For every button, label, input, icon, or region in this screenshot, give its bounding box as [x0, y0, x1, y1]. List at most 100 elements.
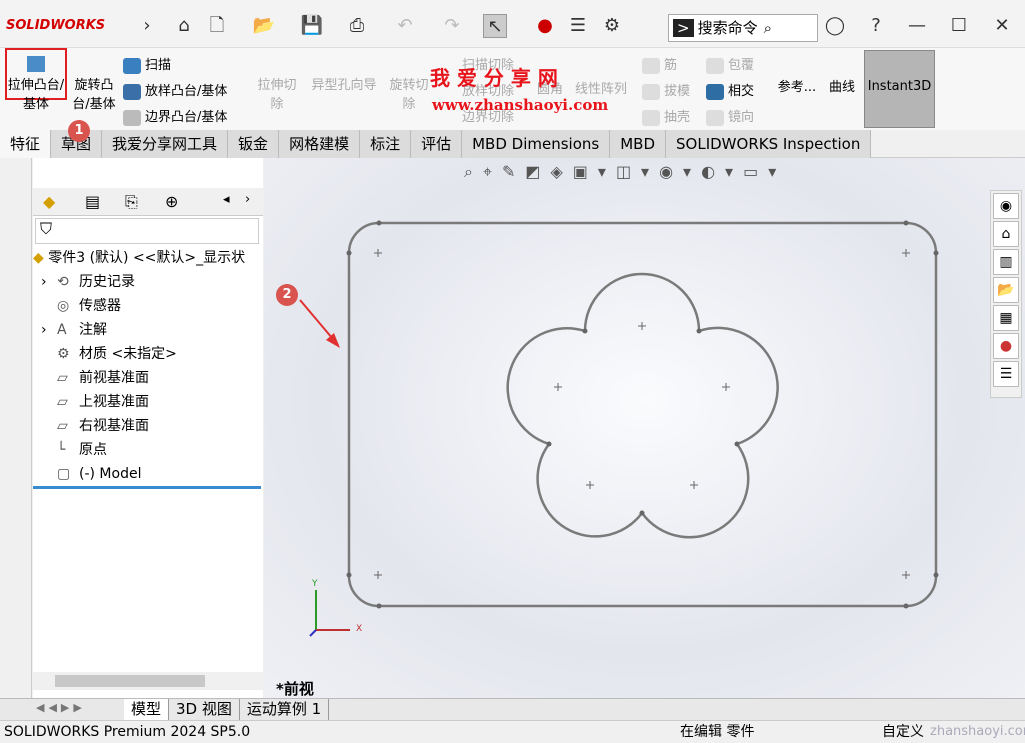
search-commands-input[interactable]: >搜索命令⌕ [668, 14, 818, 42]
command-manager: 拉伸凸台/基体 旋转凸台/基体 扫描 放样凸台/基体 边界凸台/基体 拉伸切除 … [0, 48, 1025, 130]
expand-icon[interactable] [41, 342, 57, 366]
scroll-right-icon[interactable]: › [245, 192, 250, 207]
redo-icon[interactable]: ↷ [440, 14, 464, 38]
wrap-button[interactable]: 包覆 [706, 54, 754, 74]
configuration-tab-icon[interactable]: ⎘ [125, 192, 138, 212]
options-gear-icon[interactable]: ⚙ [600, 14, 624, 38]
loft-button[interactable]: 放样凸台/基体 [123, 80, 227, 100]
user-icon[interactable]: ◯ [823, 14, 847, 38]
property-manager-tab-icon[interactable]: ▤ [85, 192, 100, 211]
tree-root-part[interactable]: ◆ 零件3 (默认) <<默认>_显示状 [33, 246, 245, 270]
tab-navigation-arrows[interactable]: ◀◀▶▶ [36, 701, 86, 714]
bottom-tab-0[interactable]: 模型 [124, 699, 169, 720]
extrude-boss-button[interactable]: 拉伸凸台/基体 [5, 48, 67, 100]
rebuild-icon[interactable]: ● [533, 14, 557, 38]
shell-icon [642, 110, 660, 126]
linear-pattern-button[interactable]: 线性阵列 [575, 78, 627, 97]
view-palette-icon[interactable]: ▦ [993, 305, 1019, 331]
sweep-icon [123, 58, 141, 74]
close-icon[interactable]: ✕ [990, 14, 1014, 38]
custom-properties-icon[interactable]: ☰ [993, 361, 1019, 387]
feature-manager-tab-icon[interactable]: ◆ [43, 192, 55, 211]
solidworks-resources-icon[interactable]: ◉ [993, 193, 1019, 219]
expand-icon[interactable] [41, 294, 57, 318]
sketch-rectangle [349, 223, 936, 606]
expand-icon[interactable]: › [41, 270, 57, 294]
bottom-tab-1[interactable]: 3D 视图 [169, 699, 240, 720]
extrude-cut-button[interactable]: 拉伸切除 [254, 76, 300, 114]
open-icon[interactable]: 📂 [252, 14, 276, 38]
rollback-bar[interactable] [33, 486, 261, 489]
expand-icon[interactable] [41, 366, 57, 390]
scroll-left-icon[interactable]: ◂ [223, 192, 230, 207]
reference-label: 参考... [778, 80, 816, 95]
rib-button[interactable]: 筋 [642, 54, 677, 74]
bottom-tab-2[interactable]: 运动算例 1 [240, 699, 329, 720]
instant3d-button[interactable]: Instant3D [864, 50, 935, 128]
tab-0[interactable]: 特征 [0, 130, 51, 158]
select-icon[interactable]: ↖ [483, 14, 507, 38]
appearances-icon[interactable]: ● [993, 333, 1019, 359]
tree-item[interactable]: ▱右视基准面 [41, 414, 149, 438]
tree-item[interactable]: ▱上视基准面 [41, 390, 149, 414]
home-pane-icon[interactable]: ⌂ [993, 221, 1019, 247]
expand-icon[interactable]: › [41, 318, 57, 342]
expand-icon[interactable] [41, 390, 57, 414]
print-icon[interactable]: ⎙ [345, 14, 369, 38]
axis-x-label: X [356, 624, 362, 634]
tree-item-label: 材质 <未指定> [79, 346, 177, 362]
minimize-icon[interactable]: — [905, 14, 929, 38]
tab-9[interactable]: SOLIDWORKS Inspection [666, 130, 871, 158]
save-icon[interactable]: 💾 [300, 14, 324, 38]
tree-item-label: 传感器 [79, 298, 121, 314]
help-icon[interactable]: ? [864, 14, 888, 38]
tree-item[interactable]: ▢(-) Model [41, 462, 141, 486]
tree-item[interactable]: ⚙材质 <未指定> [41, 342, 177, 366]
tree-item[interactable]: ›A注解 [41, 318, 107, 342]
draft-icon [642, 84, 660, 100]
tab-7[interactable]: MBD Dimensions [462, 130, 610, 158]
design-library-icon[interactable]: ▥ [993, 249, 1019, 275]
dimxpert-tab-icon[interactable]: ⊕ [165, 192, 178, 211]
revolve-boss-button[interactable]: 旋转凸台/基体 [68, 76, 120, 114]
graphics-area[interactable]: ⌕⌖✎◩◈▣▾◫▾◉▾◐▾▭▾ Y X 2 *前视 [264, 158, 1025, 698]
tab-2[interactable]: 我爱分享网工具 [102, 130, 228, 158]
tab-3[interactable]: 钣金 [228, 130, 279, 158]
draft-button[interactable]: 拔模 [642, 80, 690, 100]
filter-icon[interactable]: ⛉ [35, 218, 259, 244]
tab-8[interactable]: MBD [610, 130, 666, 158]
expand-icon[interactable] [41, 414, 57, 438]
expand-menu-icon[interactable]: › [135, 14, 159, 38]
tab-6[interactable]: 评估 [411, 130, 462, 158]
tab-5[interactable]: 标注 [360, 130, 411, 158]
curves-button[interactable]: 曲线 [824, 78, 860, 97]
tab-4[interactable]: 网格建模 [279, 130, 360, 158]
tree-item[interactable]: ◎传感器 [41, 294, 121, 318]
horizontal-scrollbar[interactable] [33, 672, 263, 690]
maximize-icon[interactable]: ☐ [947, 14, 971, 38]
panel-tabs: ◆ ▤ ⎘ ⊕ ◂ › [33, 188, 263, 216]
extrude-icon [27, 56, 45, 72]
tree-item-icon: ▱ [57, 366, 79, 390]
hole-wizard-button[interactable]: 异型孔向导 [306, 76, 382, 95]
tree-item[interactable]: ▱前视基准面 [41, 366, 149, 390]
boundary-button[interactable]: 边界凸台/基体 [123, 106, 227, 126]
revolve-cut-button[interactable]: 旋转切除 [386, 76, 432, 114]
file-properties-icon[interactable]: ☰ [566, 14, 590, 38]
new-file-icon[interactable]: 🗋 [205, 14, 229, 38]
units-selector[interactable]: 自定义 [882, 721, 924, 743]
expand-icon[interactable] [41, 438, 57, 462]
sweep-button[interactable]: 扫描 [123, 54, 171, 74]
reference-geometry-button[interactable]: 参考... [775, 78, 819, 97]
shell-button[interactable]: 抽壳 [642, 106, 690, 126]
home-icon[interactable]: ⌂ [172, 14, 196, 38]
tree-item[interactable]: └原点 [41, 438, 107, 462]
file-explorer-icon[interactable]: 📂 [993, 277, 1019, 303]
intersect-button[interactable]: 相交 [706, 80, 754, 100]
tree-item[interactable]: ›⟲历史记录 [41, 270, 135, 294]
expand-icon[interactable] [41, 462, 57, 486]
mirror-button[interactable]: 镜向 [706, 106, 754, 126]
undo-icon[interactable]: ↶ [393, 14, 417, 38]
wrap-icon [706, 58, 724, 74]
part-icon: ◆ [33, 250, 48, 266]
